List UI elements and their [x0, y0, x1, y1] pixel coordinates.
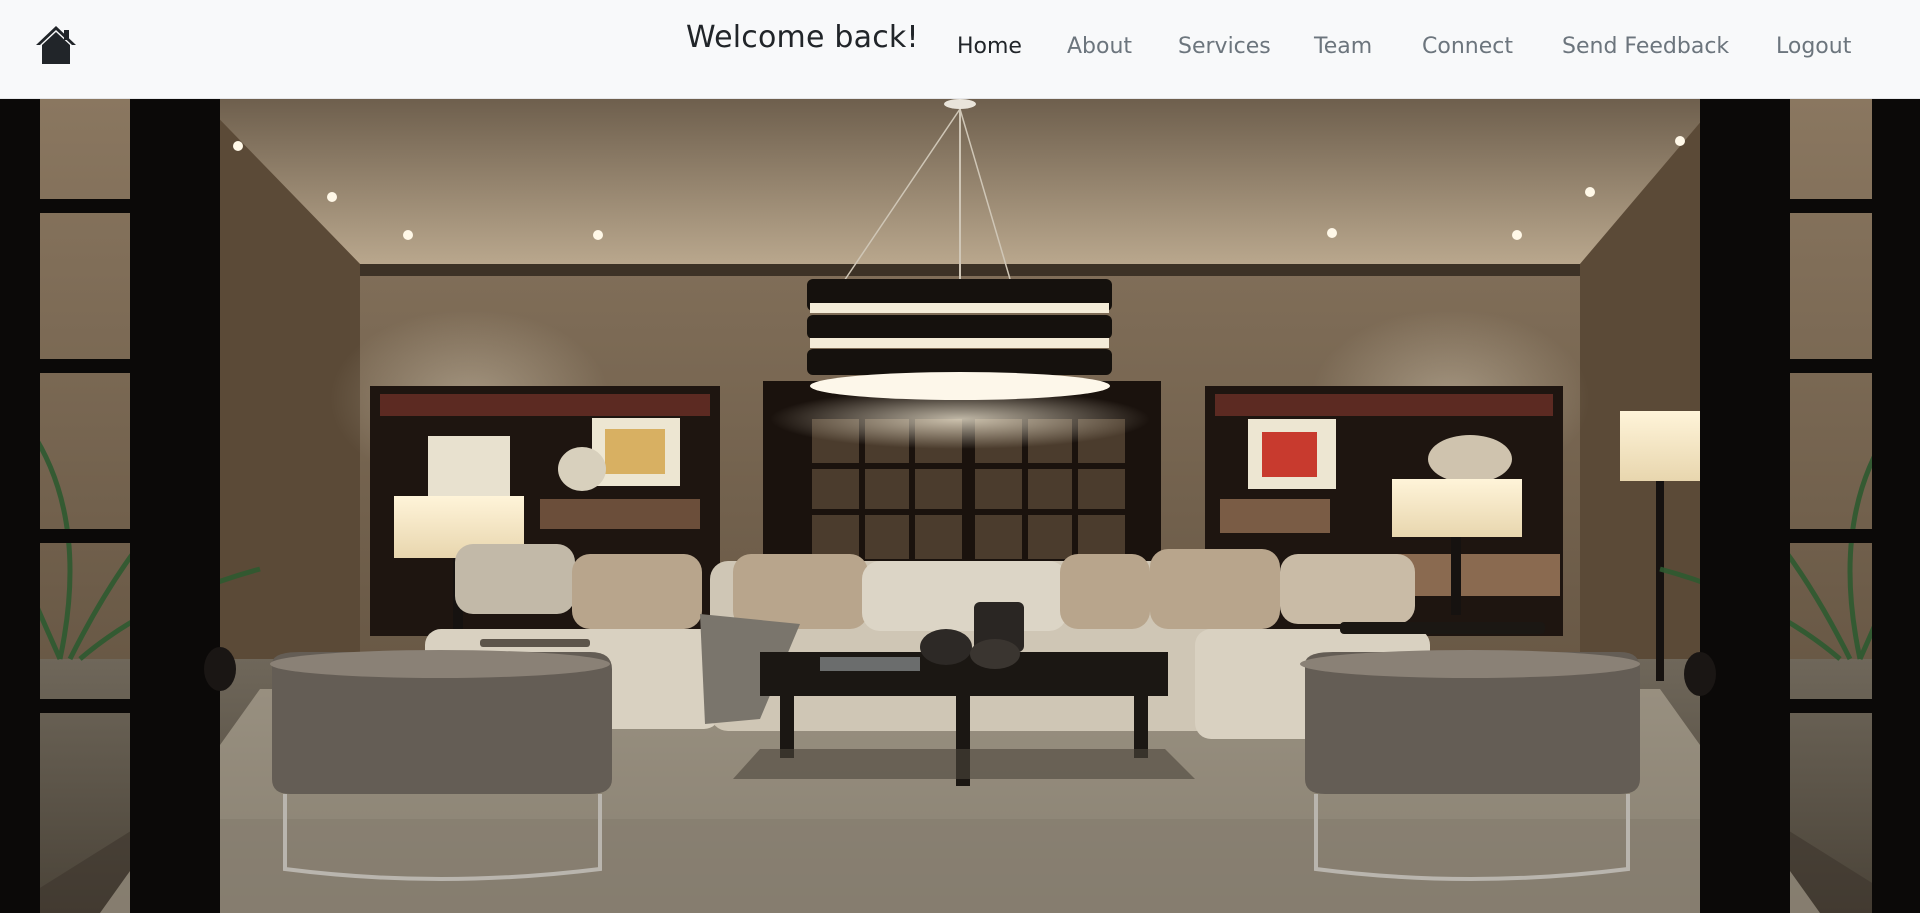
nav-team[interactable]: Team [1314, 34, 1372, 59]
nav-send-feedback[interactable]: Send Feedback [1562, 34, 1729, 59]
living-room-photo [0, 99, 1920, 913]
hero-image [0, 99, 1920, 913]
nav-connect[interactable]: Connect [1422, 34, 1513, 59]
main-nav: Home About Services Team Connect Send Fe… [0, 0, 1920, 99]
navbar: Welcome back! Home About Services Team C… [0, 0, 1920, 99]
nav-home[interactable]: Home [957, 34, 1022, 59]
nav-about[interactable]: About [1067, 34, 1132, 59]
nav-logout[interactable]: Logout [1776, 34, 1851, 59]
nav-services[interactable]: Services [1178, 34, 1271, 59]
